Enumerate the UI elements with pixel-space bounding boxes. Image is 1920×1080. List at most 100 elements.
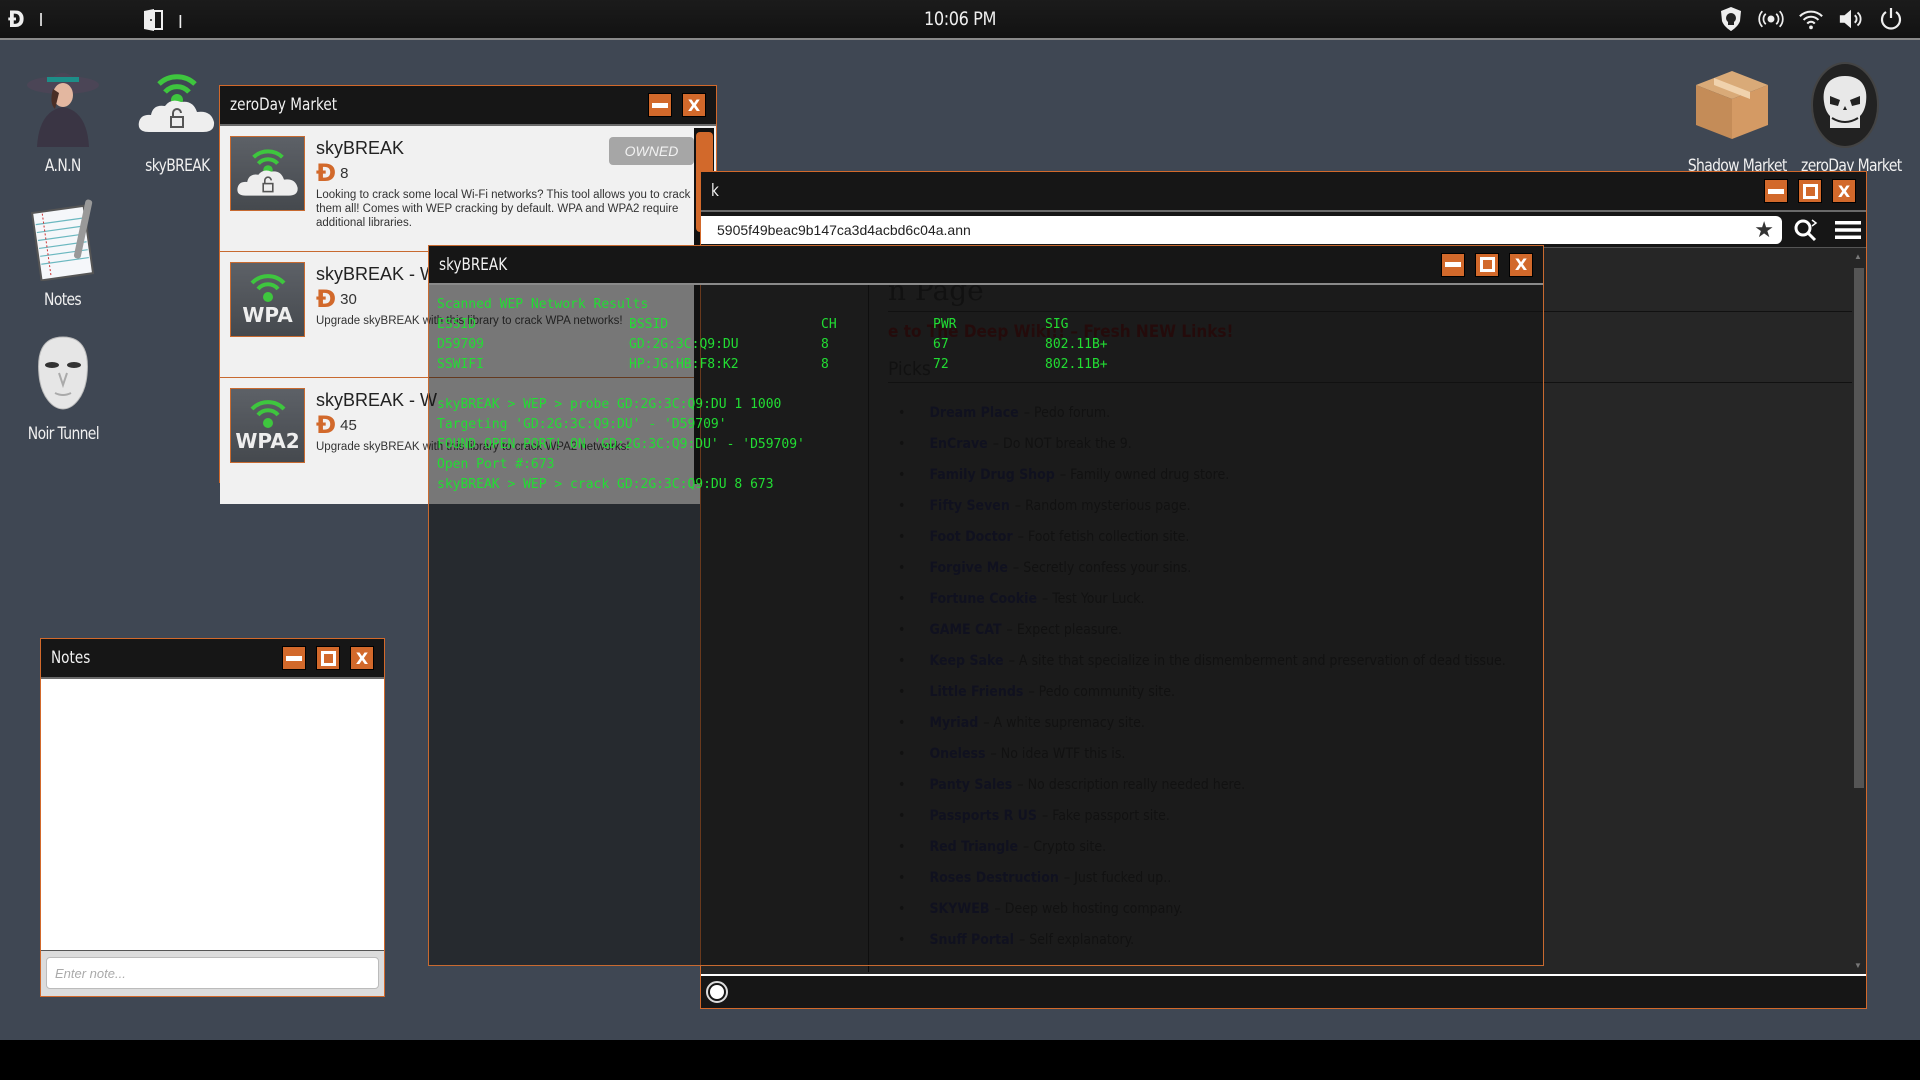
network-row: SSWIFI HP:JG:HB:F8:K2 8 72 802.11B+ [437,355,1543,375]
bitcoin-balance-value: I [38,10,44,31]
clock: 10:06 PM [924,8,996,30]
product-thumbnail: WPA [230,262,305,337]
power-icon[interactable] [1878,6,1904,32]
window-title: skyBREAK [439,254,508,275]
minimize-button[interactable] [1441,252,1465,277]
window-titlebar[interactable]: Notes X [41,639,384,679]
desktop-icon-label: skyBREAK [144,156,210,176]
close-button[interactable]: X [1832,179,1856,203]
close-button[interactable]: X [350,646,374,670]
product-price: 30 [340,290,357,308]
window-title: Notes [51,648,91,668]
maximize-button[interactable] [1798,179,1822,203]
close-icon: X [687,95,701,115]
wifi-icon [250,399,285,428]
scroll-up-arrow-icon[interactable]: ▲ [1854,252,1862,261]
maximize-button[interactable] [1475,252,1499,277]
column-header: CH [821,317,837,332]
column-header: ESSID [437,317,477,332]
product-description: Looking to crack some local Wi-Fi networ… [316,189,691,229]
terminal-line: skyBREAK > WEP > probe GD:2G:3C:Q9:DU 1 … [437,397,782,412]
terminal-output[interactable]: Scanned WEP Network Results ESSID BSSID … [429,285,1543,495]
close-icon: X [1837,181,1851,201]
minimize-icon [1768,188,1784,194]
essid-cell: D59709 [437,337,484,352]
window-titlebar[interactable]: zeroDay Market X [220,86,716,126]
notepad-icon [18,194,108,284]
close-button[interactable]: X [1509,252,1533,277]
notes-window: Notes X [40,638,385,997]
window-titlebar[interactable]: k X [701,172,1866,212]
minimize-button[interactable] [648,93,672,117]
url-input[interactable]: 5905f49beac9b147ca3d4acbd6c04a.ann ★ [701,215,1782,244]
window-title: k [711,181,719,201]
maximize-icon [320,650,336,666]
minimize-button[interactable] [1764,179,1788,203]
system-tray [1718,6,1904,32]
minimize-icon [652,102,668,108]
column-header: SIG [1045,317,1069,332]
bitcoin-balance[interactable]: Ɖ I [8,8,43,33]
browser-status-bar [701,974,1866,1008]
status-radio-button[interactable] [706,981,728,1003]
product-price: 8 [340,164,349,182]
desktop-icon-zeroday-market[interactable]: zeroDay Market [1790,60,1902,176]
signal-cell: 802.11B+ [1045,337,1108,352]
address-bar-row: 5905f49beac9b147ca3d4acbd6c04a.ann ★ [701,212,1866,248]
bookmark-star-icon[interactable]: ★ [1754,217,1774,243]
bitcoin-icon: Ɖ [316,285,337,313]
column-header: PWR [933,317,957,332]
close-icon: X [355,648,369,668]
shield-skull-icon[interactable] [1718,6,1744,32]
notes-input-area [41,951,384,996]
window-title: zeroDay Market [230,95,338,115]
network-table-header: ESSID BSSID CH PWR SIG [437,315,1543,335]
thumbnail-label: WPA2 [235,428,300,453]
close-icon: X [1514,255,1528,274]
wifi-icon[interactable] [1798,6,1824,32]
bitcoin-icon: Ɖ [8,8,25,33]
desktop-icon-notes[interactable]: Notes [8,194,118,310]
thumbnail-label: WPA [242,302,293,327]
terminal-line: FOUND OPEN PORT! ON 'GD:2G:3C:Q9:DU' - '… [437,437,805,452]
window-titlebar[interactable]: skyBREAK X [429,246,1543,285]
package-icon [1687,60,1777,150]
terminal-line: skyBREAK > WEP > crack GD:2G:3C:Q9:DU 8 … [437,477,774,492]
maximize-icon [1479,257,1495,272]
taskbar: Ɖ I I 10:06 PM [0,0,1920,40]
search-history-icon[interactable] [1788,216,1824,244]
scrollbar-thumb[interactable] [1854,268,1864,788]
bitcoin-icon: Ɖ [316,159,337,187]
bssid-cell: HP:JG:HB:F8:K2 [629,357,739,372]
scroll-down-arrow-icon[interactable]: ▼ [1854,961,1862,970]
volume-icon[interactable] [1838,6,1864,32]
channel-cell: 8 [821,357,829,372]
terminal-line: Open Port #:673 [437,457,555,472]
bssid-cell: GD:2G:3C:Q9:DU [629,337,739,352]
desktop-icon-label: Noir Tunnel [27,424,99,444]
url-text: 5905f49beac9b147ca3d4acbd6c04a.ann [717,221,971,238]
close-button[interactable]: X [682,93,706,117]
page-scrollbar[interactable]: ▲ ▼ [1852,250,1866,972]
desktop-icon-skybreak[interactable]: skyBREAK [122,60,232,176]
column-header: BSSID [629,317,669,332]
menu-hamburger-icon[interactable] [1830,216,1866,244]
agent-icon [18,60,108,150]
desktop-icon-shadow-market[interactable]: Shadow Market [1677,60,1787,176]
notes-list [41,679,384,951]
power-cell: 67 [933,337,949,352]
market-item[interactable]: skyBREAK Ɖ8 Looking to crack some local … [220,126,716,252]
minimize-button[interactable] [282,646,306,670]
maximize-button[interactable] [316,646,340,670]
owned-badge: OWNED [609,137,694,165]
product-price: 45 [340,416,357,434]
power-cell: 72 [933,357,949,372]
skybreak-terminal-window: skyBREAK X Scanned WEP Network Results E… [428,245,1544,966]
broadcast-icon[interactable] [1758,6,1784,32]
desktop-icon-ann[interactable]: A.N.N [8,60,118,176]
product-thumbnail: WPA2 [230,388,305,463]
note-input[interactable] [46,957,379,989]
network-row: D59709 GD:2G:3C:Q9:DU 8 67 802.11B+ [437,335,1543,355]
mask-icon [18,328,108,418]
desktop-icon-noir-tunnel[interactable]: Noir Tunnel [8,328,118,444]
